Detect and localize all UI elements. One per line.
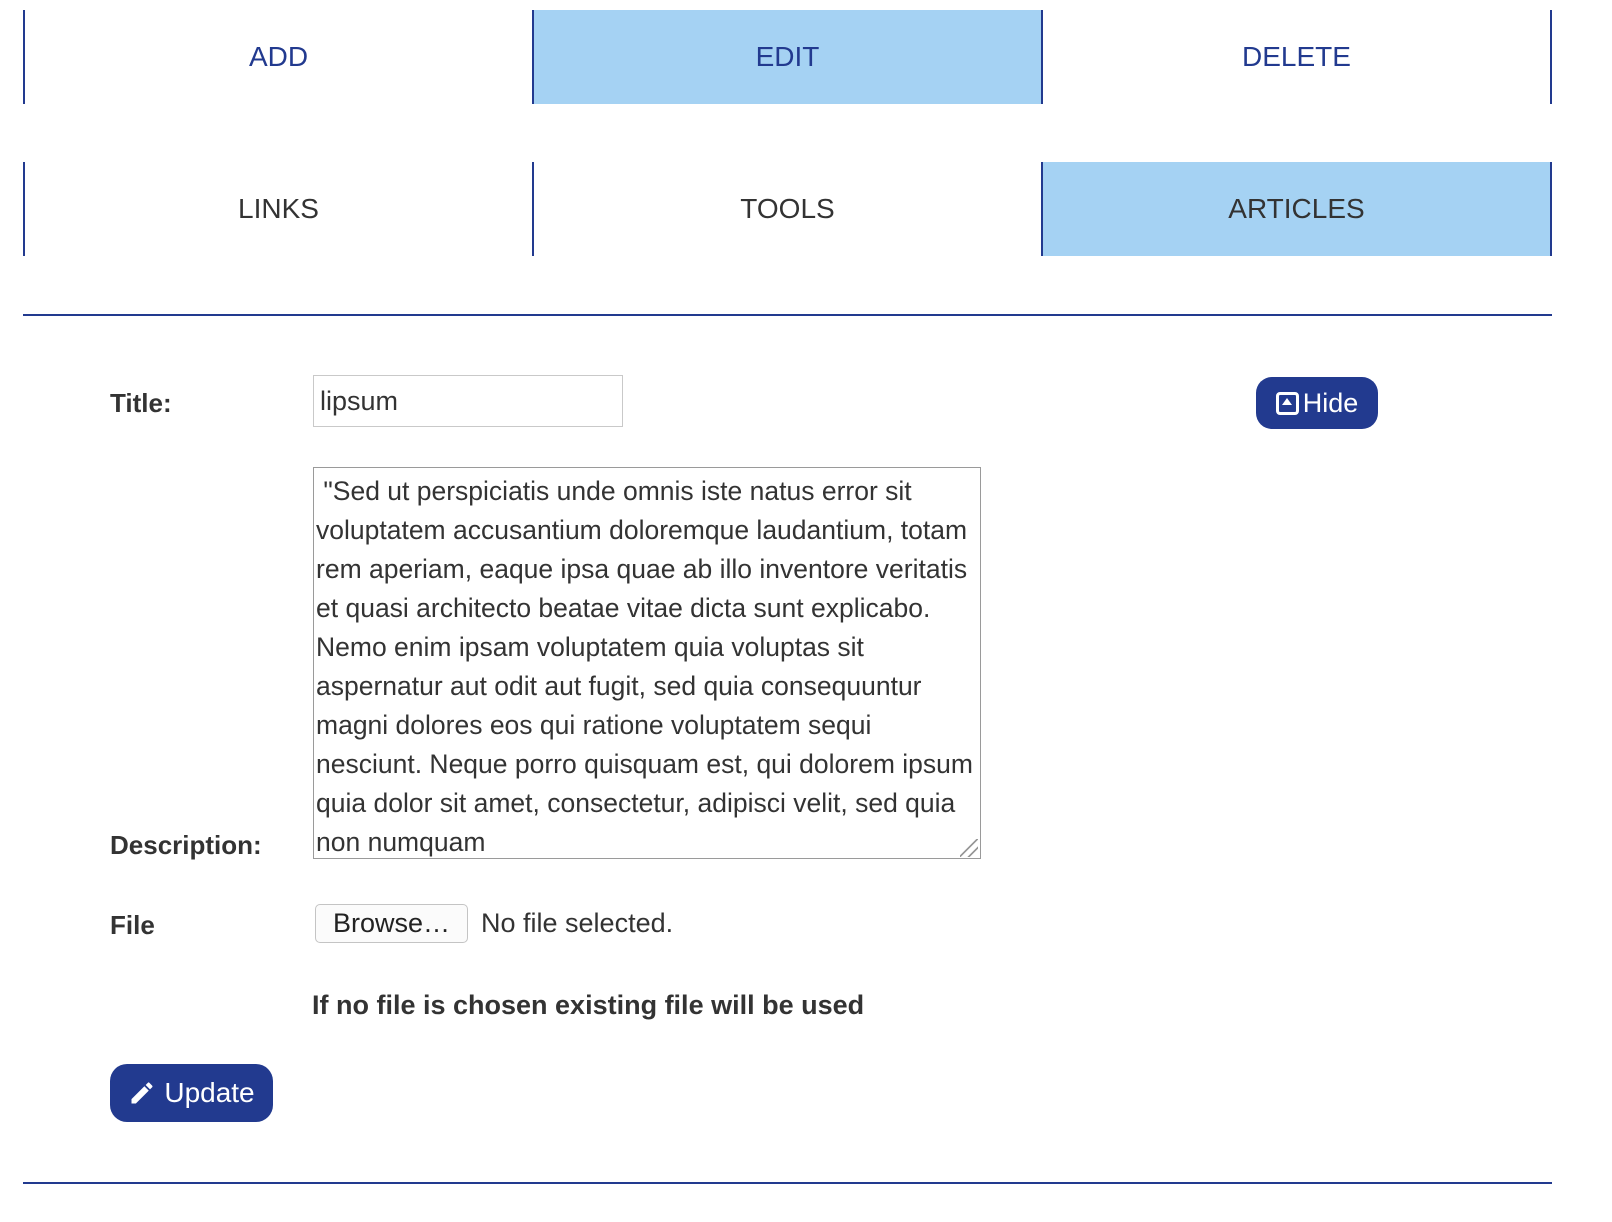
browse-button[interactable]: Browse… <box>315 904 468 943</box>
tab-add[interactable]: ADD <box>25 10 534 104</box>
tab-edit[interactable]: EDIT <box>534 10 1043 104</box>
title-input[interactable] <box>313 375 623 427</box>
title-label: Title: <box>110 388 172 418</box>
file-note: If no file is chosen existing file will … <box>312 990 865 1020</box>
hide-button-label: Hide <box>1302 387 1359 418</box>
action-tabs: ADD EDIT DELETE <box>23 10 1552 104</box>
resize-grip-icon[interactable] <box>960 839 978 857</box>
divider-top <box>23 314 1552 316</box>
collapse-up-icon <box>1275 391 1299 415</box>
description-textarea[interactable]: "Sed ut perspiciatis unde omnis iste nat… <box>313 467 981 859</box>
file-label: File <box>110 910 155 940</box>
tab-tools[interactable]: TOOLS <box>534 162 1043 256</box>
hide-button[interactable]: Hide <box>1256 377 1378 429</box>
file-status: No file selected. <box>481 908 674 938</box>
pencil-icon <box>131 1082 153 1104</box>
tab-links[interactable]: LINKS <box>25 162 534 256</box>
section-tabs: LINKS TOOLS ARTICLES <box>23 162 1552 256</box>
update-button[interactable]: Update <box>110 1064 273 1122</box>
tab-articles[interactable]: ARTICLES <box>1043 162 1552 256</box>
page: ADD EDIT DELETE LINKS TOOLS ARTICLES Tit… <box>0 0 1612 1222</box>
update-button-label: Update <box>164 1077 255 1108</box>
tab-delete[interactable]: DELETE <box>1043 10 1552 104</box>
divider-bottom <box>23 1182 1552 1184</box>
description-label: Description: <box>110 830 262 860</box>
